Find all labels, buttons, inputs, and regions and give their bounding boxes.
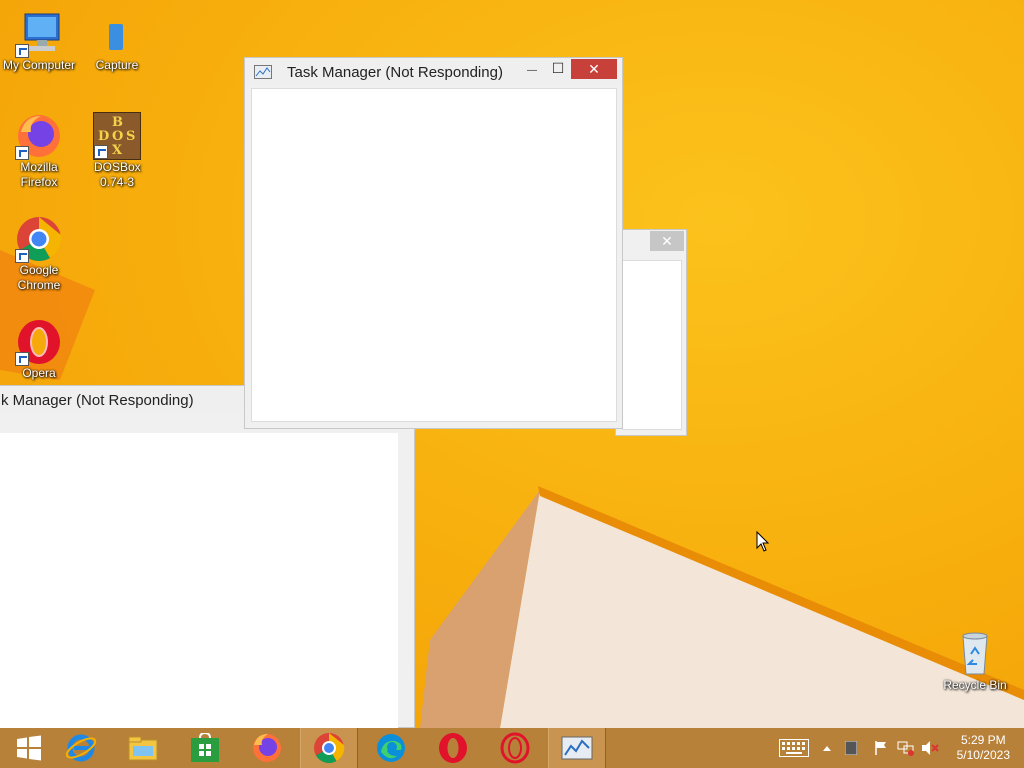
window-client-area: [0, 433, 398, 728]
tray-app-icon: [845, 741, 857, 755]
network-icon: [897, 741, 914, 756]
show-hidden-icons-button[interactable]: [818, 728, 836, 768]
file-explorer-icon: [128, 736, 158, 761]
volume-muted-icon: [922, 741, 939, 755]
window-client-area: [622, 260, 682, 430]
task-manager-icon: [561, 736, 593, 760]
desktop-icon-label: Google Chrome: [17, 263, 61, 292]
desktop-icon-my-computer[interactable]: My Computer: [0, 10, 78, 73]
task-manager-window[interactable]: Task Manager (Not Responding) — ☐ ✕: [244, 57, 623, 429]
action-center-button[interactable]: [872, 728, 890, 768]
opera-icon: [15, 318, 63, 366]
mouse-cursor: [756, 531, 770, 552]
edge-icon: [377, 734, 405, 762]
taskbar-internet-explorer[interactable]: [52, 728, 110, 768]
store-icon: [191, 733, 219, 762]
close-button[interactable]: ✕: [571, 59, 617, 79]
dialog-window-background[interactable]: ✕: [615, 229, 687, 436]
tray-app-button[interactable]: [842, 728, 860, 768]
start-icon: [17, 735, 41, 761]
svg-text:S: S: [126, 129, 135, 144]
clock-date: 5/10/2023: [956, 748, 1010, 762]
desktop-background[interactable]: My Computer Capture Mozilla Firefox B D …: [0, 0, 1024, 728]
clock-time: 5:29 PM: [960, 733, 1006, 747]
desktop-icon-label: Recycle Bin: [943, 678, 1007, 692]
task-manager-icon: [254, 65, 272, 84]
dosbox-icon: B D O S X: [93, 112, 141, 160]
firefox-icon: [15, 112, 63, 160]
taskbar-task-manager[interactable]: [548, 728, 606, 768]
taskbar-edge[interactable]: [362, 728, 420, 768]
keyboard-icon: [779, 739, 809, 757]
desktop-icon-opera[interactable]: Opera: [0, 318, 78, 381]
minimize-button[interactable]: —: [519, 58, 545, 78]
firefox-icon: [253, 734, 281, 762]
internet-explorer-icon: [65, 734, 97, 762]
maximize-button[interactable]: ☐: [545, 58, 571, 78]
window-client-area: [251, 88, 617, 422]
maximize-icon: ☐: [551, 60, 565, 76]
close-icon: ✕: [588, 61, 600, 77]
taskbar-clock[interactable]: 5:29 PM 5/10/2023: [957, 733, 1010, 763]
desktop-icon-label: Capture: [95, 58, 139, 72]
desktop-icon-firefox[interactable]: Mozilla Firefox: [0, 112, 78, 190]
desktop-icon-label: Mozilla Firefox: [20, 160, 58, 189]
volume-button[interactable]: [920, 728, 940, 768]
desktop-icon-chrome[interactable]: Google Chrome: [0, 215, 78, 293]
chrome-icon: [15, 215, 63, 263]
window-title: Task Manager (Not Responding): [287, 64, 503, 81]
taskbar-store[interactable]: [176, 728, 234, 768]
opera-icon: [439, 733, 467, 763]
taskbar-file-explorer[interactable]: [114, 728, 172, 768]
taskbar-opera[interactable]: [424, 728, 482, 768]
chevron-up-icon: [823, 746, 831, 751]
close-icon: ✕: [661, 233, 673, 249]
desktop-icon-recycle-bin[interactable]: Recycle Bin: [936, 630, 1014, 693]
desktop-icon-capture[interactable]: Capture: [78, 10, 156, 73]
desktop-icon-label: Opera: [22, 366, 56, 380]
computer-icon: [15, 10, 63, 58]
opera-gx-icon: [500, 732, 530, 764]
task-manager-window-background[interactable]: k Manager (Not Responding): [0, 385, 415, 728]
close-button[interactable]: ✕: [650, 231, 684, 251]
desktop-icon-label: My Computer: [2, 58, 76, 72]
svg-text:X: X: [112, 143, 123, 158]
taskbar-opera-gx[interactable]: [486, 728, 544, 768]
capture-icon: [93, 10, 141, 58]
flag-icon: [875, 741, 886, 755]
desktop-icon-label: DOSBox 0.74-3: [94, 160, 141, 189]
start-button[interactable]: [0, 728, 58, 768]
taskbar: 5:29 PM 5/10/2023: [0, 728, 1024, 768]
window-titlebar[interactable]: Task Manager (Not Responding) — ☐ ✕: [245, 58, 622, 86]
desktop-icon-dosbox[interactable]: B D O S X DOSBox 0.74-3: [78, 112, 156, 190]
taskbar-chrome[interactable]: [300, 728, 358, 768]
svg-text:B: B: [112, 115, 123, 130]
recycle-bin-icon: [951, 630, 999, 678]
window-title: k Manager (Not Responding): [1, 392, 194, 409]
chrome-icon: [314, 733, 345, 764]
svg-text:O: O: [112, 129, 123, 144]
touch-keyboard-button[interactable]: [776, 728, 812, 768]
taskbar-firefox[interactable]: [238, 728, 296, 768]
minimize-icon: —: [527, 65, 537, 76]
svg-text:D: D: [98, 129, 109, 144]
network-button[interactable]: [896, 728, 916, 768]
